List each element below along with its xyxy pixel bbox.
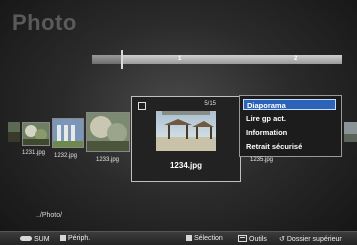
progress-fill — [92, 55, 122, 64]
parent-folder-button[interactable]: ↺ Dossier supérieur — [279, 235, 342, 243]
page-title: Photo — [12, 10, 77, 35]
thumbnail-1232[interactable] — [52, 118, 84, 148]
selection-label: Sélection — [194, 235, 223, 242]
focused-photo-caption: 1234.jpg — [169, 161, 202, 170]
thumbnail-partial-left — [8, 122, 20, 142]
thumbnail-caption: 1233.jpg — [96, 157, 120, 163]
thumbnail-caption: 1235.jpg — [250, 157, 274, 163]
square-icon — [60, 235, 66, 241]
thumbnail-partial-right — [344, 122, 357, 142]
focused-photo-card[interactable]: 5/15 1234.jpg — [131, 96, 241, 182]
parent-folder-label: Dossier supérieur — [286, 236, 342, 243]
sum-label: SUM — [34, 236, 50, 243]
page-label-2: 2 — [294, 56, 298, 62]
periph-button[interactable]: Périph. — [60, 235, 90, 242]
menu-item-diaporama[interactable]: Diaporama — [243, 99, 336, 110]
thumbnail-1231[interactable] — [22, 122, 50, 146]
sum-icon — [20, 236, 32, 241]
context-menu: Diaporama Lire gp act. Information Retra… — [239, 95, 342, 157]
selection-button[interactable]: Sélection — [186, 235, 223, 242]
return-icon: ↺ — [279, 236, 285, 243]
thumbnail-1233[interactable] — [86, 112, 130, 152]
photo-browser-screen: Photo 1 2 1231.jpg 1232.jpg 1233.jpg 5/1… — [0, 0, 357, 245]
sum-button[interactable]: SUM — [20, 235, 50, 243]
progress-thumb[interactable] — [121, 50, 123, 69]
menu-item-retrait-securise[interactable]: Retrait sécurisé — [243, 141, 336, 152]
menu-item-lire-gp-act[interactable]: Lire gp act. — [243, 113, 336, 124]
tools-icon — [238, 235, 247, 242]
page-label-1: 1 — [178, 56, 182, 62]
thumbnail-caption: 1231.jpg — [22, 150, 46, 156]
select-checkbox[interactable] — [138, 102, 146, 110]
footer-bar: SUM Périph. Sélection Outils ↺ Dossier su… — [0, 231, 357, 245]
menu-item-information[interactable]: Information — [243, 127, 336, 138]
photo-counter: 5/15 — [204, 101, 216, 107]
focused-photo-thumbnail — [156, 111, 216, 151]
folder-path: ../Photo/ — [36, 212, 63, 219]
periph-label: Périph. — [68, 235, 91, 242]
page-progress-bar[interactable]: 1 2 — [92, 50, 342, 69]
thumbnail-caption: 1232.jpg — [54, 153, 78, 159]
square-icon — [186, 235, 192, 241]
tools-button[interactable]: Outils — [238, 235, 267, 243]
tools-label: Outils — [249, 236, 267, 243]
